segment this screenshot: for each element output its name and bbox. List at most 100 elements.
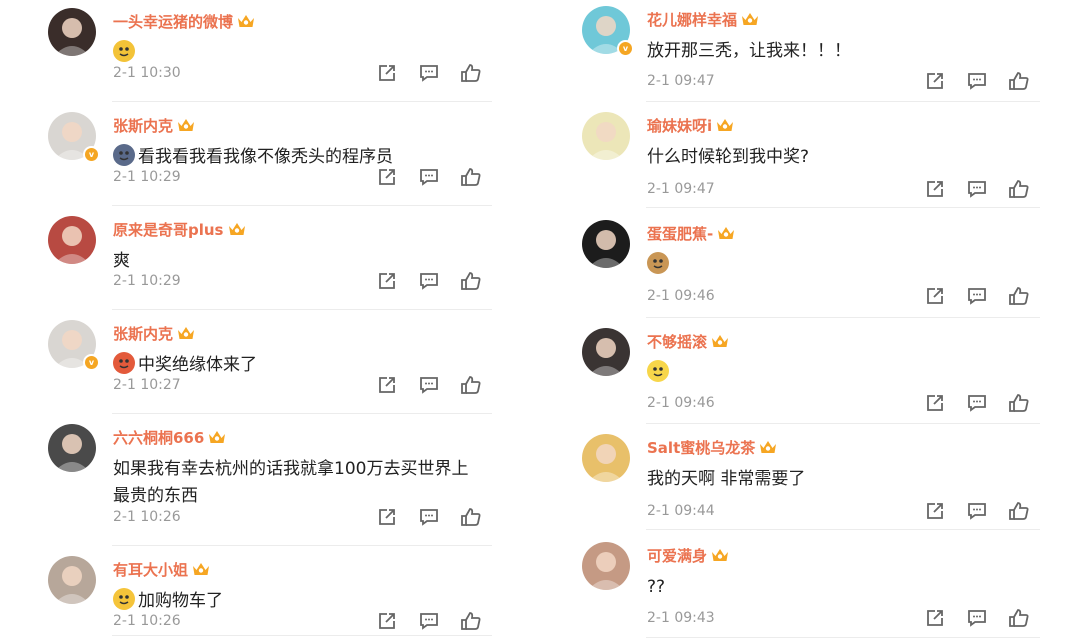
comment-icon[interactable]	[418, 166, 440, 188]
comment-text: 我的天啊 非常需要了	[647, 466, 1032, 493]
comment-actions	[924, 178, 1030, 200]
comment-item: 瑜妹妹呀i 什么时候轮到我中奖? 2-1 09:47	[582, 112, 1040, 208]
like-icon[interactable]	[1008, 70, 1030, 92]
like-icon[interactable]	[460, 506, 482, 528]
username[interactable]: Salt蜜桃乌龙茶	[647, 437, 755, 458]
divider	[646, 317, 1040, 318]
comment-icon[interactable]	[418, 506, 440, 528]
username[interactable]: 不够摇滚	[647, 331, 707, 352]
owl-emoji-icon	[113, 144, 135, 166]
name-row: 原来是奇哥plus	[113, 218, 246, 240]
username[interactable]: 张斯内克	[113, 115, 173, 136]
comment-actions	[924, 70, 1030, 92]
comment-icon[interactable]	[418, 270, 440, 292]
bee-emoji-icon	[113, 40, 135, 62]
comment-text: 放开那三秃，让我来！！！	[647, 38, 1032, 65]
member-crown-icon	[237, 13, 255, 29]
comment-footer: 2-1 09:44	[647, 500, 1040, 522]
member-crown-icon	[711, 547, 729, 563]
comment-icon[interactable]	[966, 392, 988, 414]
comment-item: v 张斯内克 中奖绝缘体来了 2-1 10:27	[48, 320, 492, 414]
like-icon[interactable]	[460, 166, 482, 188]
username[interactable]: 花儿娜样幸福	[647, 9, 737, 30]
lemon-emoji-icon	[647, 360, 669, 382]
comment-icon[interactable]	[966, 500, 988, 522]
username[interactable]: 瑜妹妹呀i	[647, 115, 712, 136]
username[interactable]: 蛋蛋肥蕉-	[647, 223, 713, 244]
like-icon[interactable]	[1008, 500, 1030, 522]
share-icon[interactable]	[376, 610, 398, 632]
username[interactable]: 可爱满身	[647, 545, 707, 566]
timestamp: 2-1 09:47	[647, 73, 715, 89]
share-icon[interactable]	[924, 70, 946, 92]
share-icon[interactable]	[924, 392, 946, 414]
comment-actions	[924, 500, 1030, 522]
avatar[interactable]	[48, 556, 96, 604]
username[interactable]: 有耳大小姐	[113, 559, 188, 580]
comment-icon[interactable]	[966, 178, 988, 200]
comment-footer: 2-1 09:47	[647, 70, 1040, 92]
verified-badge-icon: v	[83, 354, 100, 371]
comment-text-content: ??	[647, 577, 666, 597]
avatar[interactable]	[48, 424, 96, 472]
timestamp: 2-1 10:30	[113, 65, 181, 81]
timestamp: 2-1 09:44	[647, 503, 715, 519]
member-crown-icon	[177, 325, 195, 341]
comment-footer: 2-1 09:43	[647, 607, 1040, 629]
like-icon[interactable]	[1008, 607, 1030, 629]
comment-footer: 2-1 10:26	[113, 610, 492, 632]
comment-icon[interactable]	[418, 610, 440, 632]
share-icon[interactable]	[376, 62, 398, 84]
comment-actions	[924, 285, 1030, 307]
timestamp: 2-1 10:27	[113, 377, 181, 393]
avatar[interactable]	[582, 542, 630, 590]
comment-text: 如果我有幸去杭州的话我就拿100万去买世界上最贵的东西	[113, 456, 484, 510]
share-icon[interactable]	[376, 270, 398, 292]
share-icon[interactable]	[376, 166, 398, 188]
share-icon[interactable]	[376, 506, 398, 528]
like-icon[interactable]	[460, 62, 482, 84]
share-icon[interactable]	[924, 285, 946, 307]
avatar[interactable]	[582, 220, 630, 268]
member-crown-icon	[192, 561, 210, 577]
comment-text	[647, 360, 1032, 387]
comment-actions	[376, 374, 482, 396]
like-icon[interactable]	[460, 610, 482, 632]
comment-icon[interactable]	[418, 62, 440, 84]
comment-icon[interactable]	[966, 285, 988, 307]
comment-item: Salt蜜桃乌龙茶我的天啊 非常需要了 2-1 09:44	[582, 434, 1040, 530]
comment-text: 什么时候轮到我中奖?	[647, 144, 1032, 171]
name-row: 一头幸运猪的微博	[113, 10, 255, 32]
like-icon[interactable]	[1008, 392, 1030, 414]
name-row: 瑜妹妹呀i	[647, 114, 734, 136]
share-icon[interactable]	[376, 374, 398, 396]
like-icon[interactable]	[460, 270, 482, 292]
share-icon[interactable]	[924, 178, 946, 200]
comment-actions	[924, 392, 1030, 414]
avatar[interactable]	[582, 434, 630, 482]
comment-footer: 2-1 09:46	[647, 392, 1040, 414]
like-icon[interactable]	[1008, 178, 1030, 200]
avatar[interactable]	[582, 328, 630, 376]
avatar[interactable]	[48, 8, 96, 56]
comment-icon[interactable]	[966, 607, 988, 629]
scared-emoji-icon	[113, 588, 135, 610]
member-crown-icon	[717, 225, 735, 241]
divider	[112, 545, 492, 546]
avatar[interactable]	[48, 216, 96, 264]
comment-actions	[376, 610, 482, 632]
divider	[646, 101, 1040, 102]
username[interactable]: 原来是奇哥plus	[113, 219, 224, 240]
username[interactable]: 张斯内克	[113, 323, 173, 344]
like-icon[interactable]	[460, 374, 482, 396]
comment-icon[interactable]	[966, 70, 988, 92]
share-icon[interactable]	[924, 500, 946, 522]
avatar[interactable]	[582, 112, 630, 160]
username[interactable]: 一头幸运猪的微博	[113, 11, 233, 32]
share-icon[interactable]	[924, 607, 946, 629]
comment-icon[interactable]	[418, 374, 440, 396]
timestamp: 2-1 09:46	[647, 288, 715, 304]
name-row: 有耳大小姐	[113, 558, 210, 580]
username[interactable]: 六六桐桐666	[113, 427, 204, 448]
like-icon[interactable]	[1008, 285, 1030, 307]
